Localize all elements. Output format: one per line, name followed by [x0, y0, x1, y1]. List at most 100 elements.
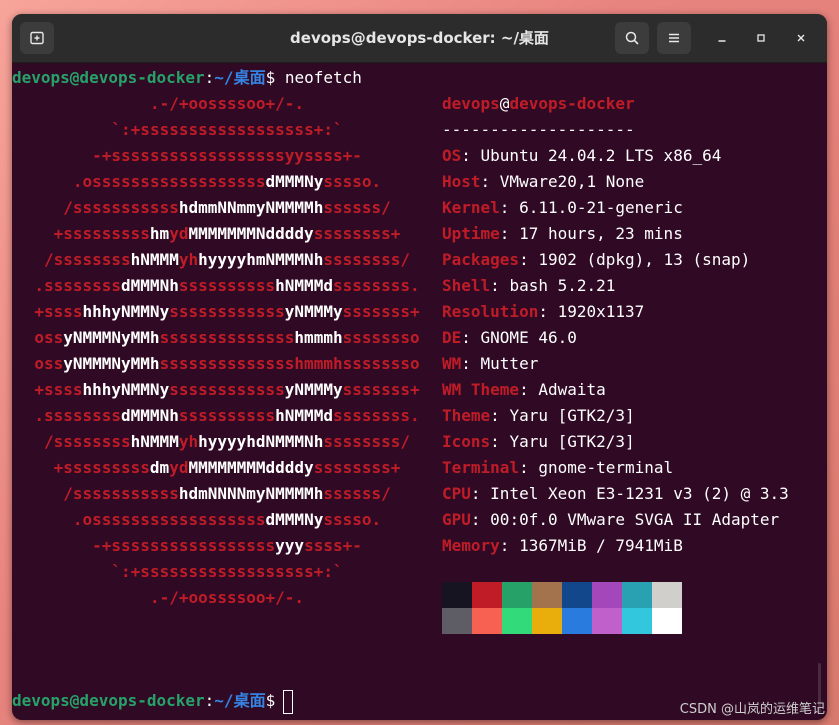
terminal-content[interactable]: devops@devops-docker:~/桌面$ neofetch .-/+… — [12, 63, 827, 720]
logo-segment: oss — [34, 328, 64, 347]
logo-line: /ssssssssssshdmmNNmmyNMMMMhssssss/ — [12, 195, 442, 221]
info-value: 6.11.0-21-generic — [519, 198, 683, 217]
minimize-icon[interactable] — [710, 26, 734, 50]
info-colon: : — [490, 406, 510, 425]
info-row: WM Theme: Adwaita — [442, 377, 606, 403]
info-value: 17 hours, 23 mins — [519, 224, 683, 243]
logo-line: +sssshhhyNMMNyssssssssssssyNMMMysssssss+ — [12, 299, 442, 325]
close-icon[interactable] — [789, 26, 813, 50]
logo-segment: +ssss — [34, 302, 83, 321]
logo-segment: MMMMMMMMddddy — [188, 458, 314, 477]
info-key: Theme — [442, 406, 491, 425]
info-key: Memory — [442, 536, 500, 555]
logo-segment: yh — [178, 250, 199, 269]
minimize-icon-glyph — [718, 40, 726, 42]
logo-segment: .ossssssssssssssssss — [72, 510, 266, 529]
logo-segment: sssso. — [323, 510, 382, 529]
text-cursor[interactable] — [283, 689, 294, 714]
color-swatch — [622, 582, 652, 608]
new-tab-icon[interactable] — [20, 22, 54, 54]
title-bar[interactable]: devops@devops-docker: ~/桌面 — [12, 14, 827, 63]
logo-segment: dMMMNh — [121, 276, 179, 295]
color-palette — [442, 582, 682, 634]
hamburger-menu-icon-glyph — [669, 33, 679, 43]
new-tab-icon-glyph — [30, 31, 44, 45]
logo-segment: /ssssssss — [43, 432, 131, 451]
logo-line: ossyNMMMNyMMhsssssssssssssshmmmhssssssso — [12, 325, 442, 351]
logo-segment: hyyyyhdNMMMNh — [198, 432, 324, 451]
maximize-icon[interactable] — [749, 26, 773, 50]
info-row: Resolution: 1920x1137 — [442, 299, 644, 325]
info-key: OS — [442, 146, 462, 165]
logo-segment: ssssssssss — [178, 276, 276, 295]
logo-segment: sssssss+ — [342, 380, 420, 399]
info-key: CPU — [442, 484, 471, 503]
info-separator: -------------------- — [442, 120, 635, 139]
logo-segment: /sssssssssss — [63, 484, 179, 503]
logo-segment: oss — [34, 354, 64, 373]
info-key: Kernel — [442, 198, 500, 217]
logo-segment: yyy — [275, 536, 305, 555]
logo-segment: hdmNNNNmyNMMMMh — [178, 484, 324, 503]
logo-segment: dMMMNy — [265, 510, 324, 529]
color-swatch — [442, 608, 472, 634]
color-swatch — [652, 608, 682, 634]
prompt-symbol: $ — [265, 691, 276, 710]
info-colon: : — [461, 328, 481, 347]
info-value: Intel Xeon E3-1231 v3 (2) @ 3.3 — [490, 484, 789, 503]
logo-segment: yd — [169, 224, 189, 243]
logo-line: .ossssssssssssssssssdMMMNysssso. — [12, 169, 442, 195]
info-host: devops-docker — [509, 94, 635, 113]
logo-segment: -+ssssssssssssssssssyyssss+- — [92, 146, 362, 165]
info-value: Adwaita — [538, 380, 606, 399]
logo-segment: hNMMM — [130, 250, 179, 269]
logo-segment: .ossssssssssssssssss — [72, 172, 266, 191]
logo-line: `:+ssssssssssssssssss+:` — [12, 117, 442, 143]
info-key: WM Theme — [442, 380, 520, 399]
logo-line: .-/+oossssoo+/-. — [12, 585, 442, 611]
logo-line: -+ssssssssssssssssssyyssss+- — [12, 143, 442, 169]
info-row: Kernel: 6.11.0-21-generic — [442, 195, 683, 221]
info-colon: : — [519, 250, 539, 269]
info-key: WM — [442, 354, 462, 373]
logo-segment: yNMMMNyMMh — [63, 354, 160, 373]
logo-segment: dm — [149, 458, 170, 477]
info-row: Host: VMware20,1 None — [442, 169, 644, 195]
logo-line: /sssssssshNMMMyhhyyyyhdNMMMNhssssssss/ — [12, 429, 442, 455]
color-swatch — [622, 608, 652, 634]
info-key: Icons — [442, 432, 491, 451]
hamburger-menu-icon[interactable] — [657, 22, 691, 54]
close-icon-glyph — [797, 34, 805, 42]
info-row: Uptime: 17 hours, 23 mins — [442, 221, 683, 247]
prompt-user: devops@devops-docker — [12, 691, 205, 710]
info-value: 1920x1137 — [557, 302, 645, 321]
color-swatch — [592, 582, 622, 608]
info-value: gnome-terminal — [538, 458, 674, 477]
logo-line: +sssssssssdmydMMMMMMMMddddyssssssss+ — [12, 455, 442, 481]
logo-segment: yNMMMy — [284, 302, 343, 321]
info-key: Shell — [442, 276, 491, 295]
logo-segment: .-/+oossssoo+/-. — [149, 588, 305, 607]
info-colon: : — [490, 432, 510, 451]
color-swatch — [592, 608, 622, 634]
logo-segment: `:+ssssssssssssssssss+:` — [111, 562, 343, 581]
color-swatch — [472, 582, 502, 608]
logo-segment: +sssssssss — [53, 458, 150, 477]
logo-line: .ssssssssdMMMNhsssssssssshNMMMdssssssss. — [12, 273, 442, 299]
logo-segment: dMMMNh — [121, 406, 179, 425]
watermark: CSDN @山岚的运维笔记 — [679, 702, 825, 717]
logo-line: +ssssssssshmydMMMMMMMNddddyssssssss+ — [12, 221, 442, 247]
logo-segment: MMMMMMMNddddy — [188, 224, 314, 243]
color-swatch — [562, 582, 592, 608]
color-swatch — [442, 582, 472, 608]
info-value: 00:0f.0 VMware SVGA II Adapter — [490, 510, 780, 529]
logo-segment: sssssssssssssshmmmhssssssso — [159, 354, 420, 373]
logo-segment: hNMMMd — [275, 276, 333, 295]
info-value: bash 5.2.21 — [509, 276, 616, 295]
logo-line: .-/+oossssoo+/-. — [12, 91, 442, 117]
info-row: Icons: Yaru [GTK2/3] — [442, 429, 635, 455]
logo-segment: ssssss/ — [323, 198, 391, 217]
search-icon[interactable] — [615, 22, 649, 54]
logo-segment: hyyyyhmNMMMNh — [198, 250, 324, 269]
info-row: Theme: Yaru [GTK2/3] — [442, 403, 635, 429]
